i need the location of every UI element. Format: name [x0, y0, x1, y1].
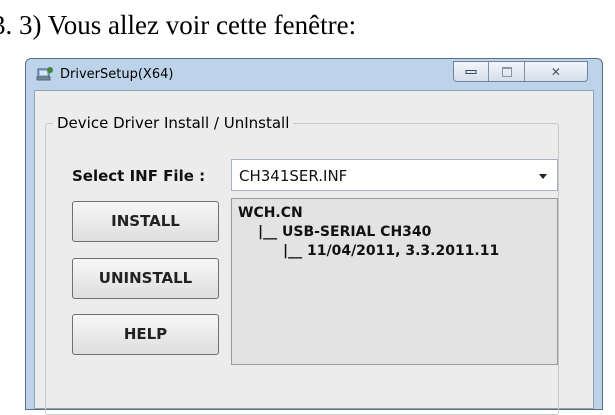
uninstall-button[interactable]: UNINSTALL [72, 258, 219, 299]
window-controls: ✕ [453, 61, 588, 82]
inf-file-label: Select INF File : [72, 167, 206, 185]
driver-setup-window: DriverSetup(X64) ✕ Device Driver Install… [25, 58, 603, 415]
app-installer-icon [36, 67, 53, 81]
window-client-area: Device Driver Install / UnInstall Select… [34, 90, 594, 415]
inf-file-value: CH341SER.INF [239, 167, 348, 185]
help-button[interactable]: HELP [72, 314, 219, 355]
minimize-icon [465, 69, 477, 74]
inf-file-select[interactable]: CH341SER.INF [231, 159, 558, 191]
close-icon: ✕ [550, 64, 561, 79]
groupbox-title: Device Driver Install / UnInstall [53, 114, 294, 132]
title-bar[interactable]: DriverSetup(X64) ✕ [26, 59, 602, 89]
info-vendor: WCH.CN [238, 205, 303, 221]
window-title: DriverSetup(X64) [60, 67, 174, 82]
close-button[interactable]: ✕ [524, 62, 587, 81]
dropdown-arrow-icon[interactable] [539, 174, 547, 179]
driver-info-panel: WCH.CN |__ USB-SERIAL CH340 |__ 11/04/20… [231, 198, 558, 365]
info-device: |__ USB-SERIAL CH340 [258, 224, 432, 240]
maximize-icon [501, 66, 512, 77]
caption-text: 3. 3) Vous allez voir cette fenêtre: [0, 10, 357, 40]
maximize-button[interactable] [489, 62, 525, 81]
install-button[interactable]: INSTALL [72, 201, 219, 242]
info-version: |__ 11/04/2011, 3.3.2011.11 [283, 243, 500, 259]
minimize-button[interactable] [454, 62, 490, 81]
